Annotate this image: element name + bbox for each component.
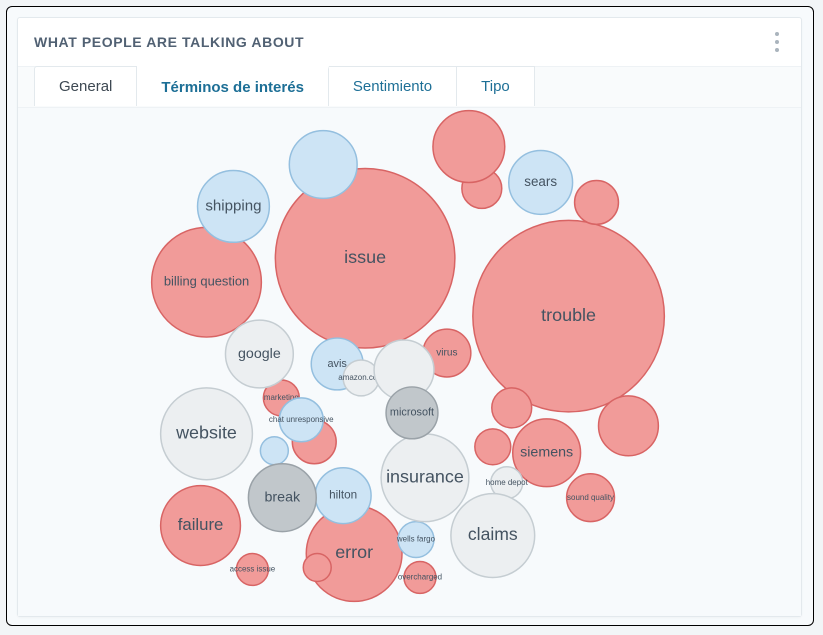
- bubble-node[interactable]: [275, 168, 455, 348]
- tab-sentimiento[interactable]: Sentimiento: [329, 66, 457, 106]
- bubble-node[interactable]: [433, 111, 505, 183]
- widget-card: WHAT PEOPLE ARE TALKING ABOUT General Té…: [17, 17, 802, 617]
- bubble-node[interactable]: [198, 170, 270, 242]
- bubble-node[interactable]: [225, 320, 293, 388]
- bubble-node[interactable]: [152, 227, 262, 337]
- tab-general[interactable]: General: [34, 66, 137, 106]
- bubble-node[interactable]: [492, 388, 532, 428]
- bubble-node[interactable]: [260, 437, 288, 465]
- bubble-node[interactable]: [386, 387, 438, 439]
- bubble-node[interactable]: [575, 180, 619, 224]
- bubble-node[interactable]: [404, 561, 436, 593]
- bubble-node[interactable]: [248, 464, 316, 532]
- card-title: WHAT PEOPLE ARE TALKING ABOUT: [34, 34, 304, 50]
- bubble-node[interactable]: [475, 429, 511, 465]
- bubble-node[interactable]: [161, 486, 241, 566]
- tabs-bar: General Términos de interés Sentimiento …: [18, 66, 801, 108]
- card-header: WHAT PEOPLE ARE TALKING ABOUT: [18, 18, 801, 66]
- bubble-node[interactable]: [161, 388, 253, 480]
- bubble-node[interactable]: [236, 554, 268, 586]
- bubble-node[interactable]: [279, 398, 323, 442]
- bubble-node[interactable]: [289, 131, 357, 199]
- bubble-node[interactable]: [599, 396, 659, 456]
- more-options-icon[interactable]: [763, 28, 791, 56]
- bubble-node[interactable]: [473, 220, 665, 412]
- bubble-node[interactable]: [381, 434, 469, 522]
- bubble-node[interactable]: [509, 151, 573, 215]
- tab-tipo[interactable]: Tipo: [457, 66, 535, 106]
- bubble-node[interactable]: [567, 474, 615, 522]
- bubble-node[interactable]: [303, 554, 331, 582]
- bubble-node[interactable]: [513, 419, 581, 487]
- tab-terminos-de-interes[interactable]: Términos de interés: [137, 66, 329, 106]
- bubble-node[interactable]: [398, 522, 434, 558]
- bubble-node[interactable]: [451, 494, 535, 578]
- bubble-chart: issuetroublebilling questionerrorfailure…: [18, 108, 801, 616]
- bubble-node[interactable]: [315, 468, 371, 524]
